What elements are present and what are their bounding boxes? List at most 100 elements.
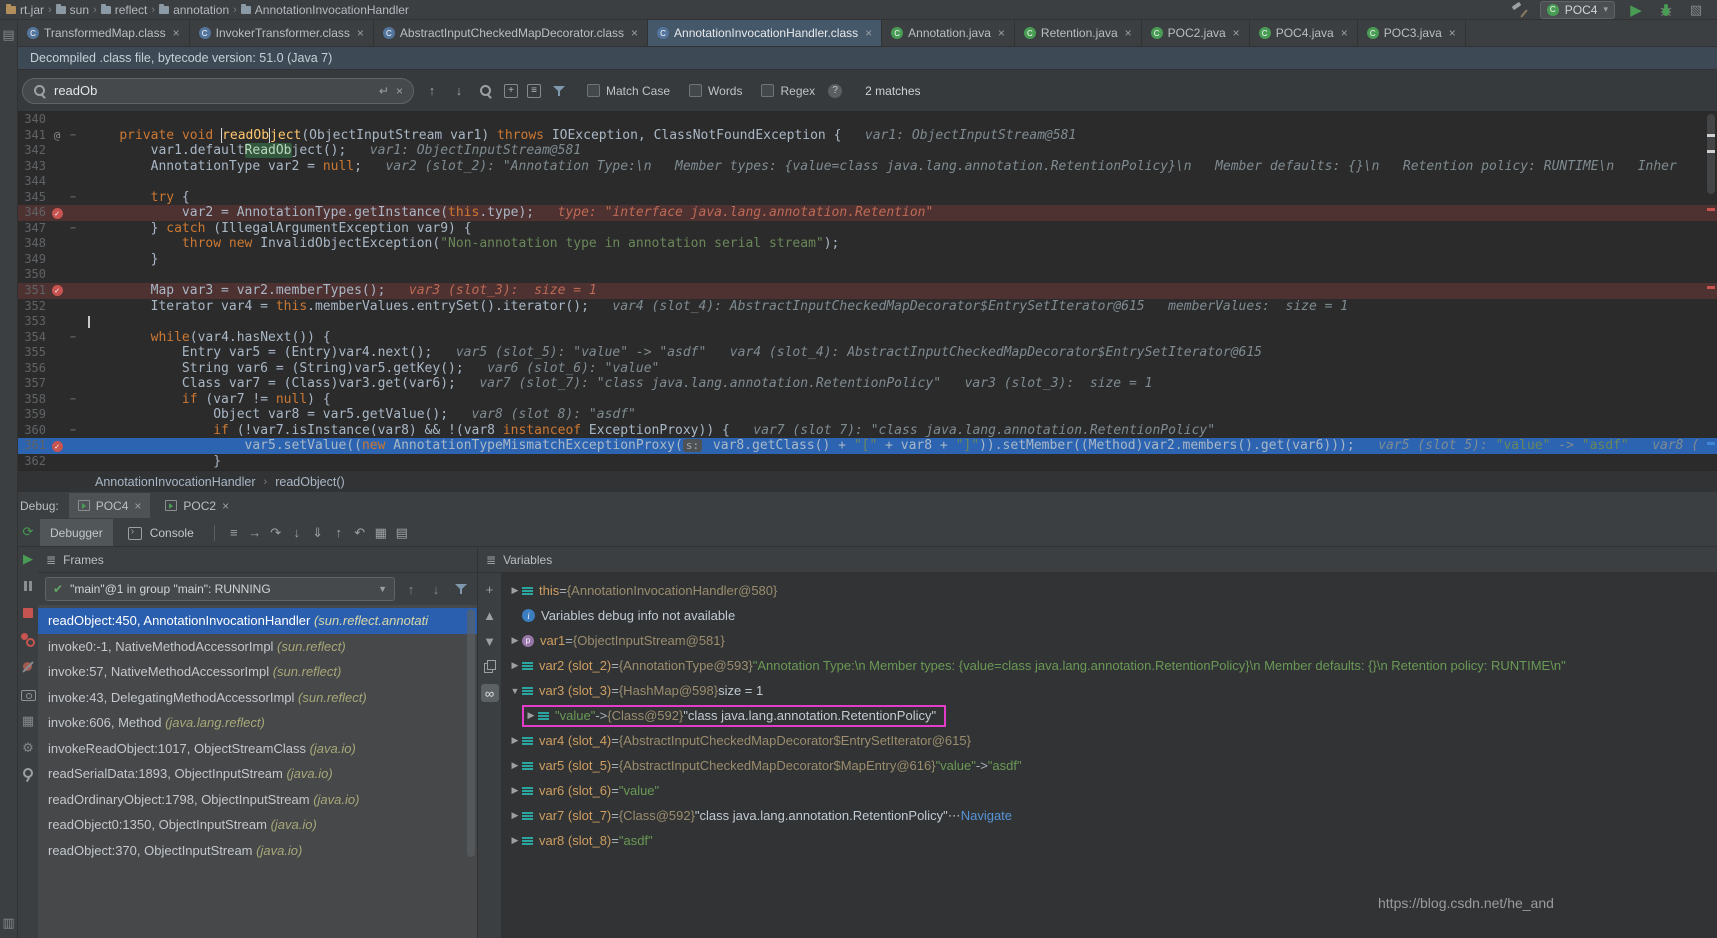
variable-row[interactable]: ▶ var8 (slot_8) = "asdf" bbox=[502, 828, 1717, 853]
breadcrumb-item[interactable]: AnnotationInvocationHandler bbox=[240, 3, 409, 17]
fold-marker[interactable]: − bbox=[66, 423, 80, 439]
search-stripe-mark[interactable] bbox=[1707, 134, 1715, 137]
clear-search-icon[interactable]: × bbox=[396, 84, 403, 98]
duplicate-watch-icon[interactable] bbox=[481, 658, 499, 676]
stack-frame-row[interactable]: invoke:606, Method (java.lang.reflect) bbox=[38, 710, 477, 736]
line-number[interactable]: 358 bbox=[18, 392, 48, 408]
expand-arrow-icon[interactable]: ▶ bbox=[508, 635, 522, 646]
gutter-mark[interactable] bbox=[48, 159, 66, 175]
match-case-option[interactable]: Match Case bbox=[587, 84, 670, 98]
close-tab-icon[interactable]: × bbox=[631, 26, 638, 40]
editor-line[interactable]: 340 bbox=[18, 112, 1717, 128]
tab-debugger[interactable]: Debugger bbox=[40, 519, 113, 546]
pin-icon[interactable] bbox=[19, 766, 37, 784]
regex-help-icon[interactable]: ? bbox=[828, 83, 843, 98]
variable-row[interactable]: ▶ var7 (slot_7) = {Class@592} "class java… bbox=[502, 803, 1717, 828]
line-number[interactable]: 356 bbox=[18, 361, 48, 377]
editor-line[interactable]: 346 ✓ var2 = AnnotationType.getInstance(t… bbox=[18, 205, 1717, 221]
breakpoint-gutter[interactable]: ✓ bbox=[48, 283, 66, 299]
match-case-checkbox[interactable] bbox=[587, 84, 600, 97]
execution-stripe-mark[interactable] bbox=[1707, 442, 1715, 445]
editor-line[interactable]: 342 var1.defaultReadObject(); var1: Obje… bbox=[18, 143, 1717, 159]
step-out-icon[interactable]: ↑ bbox=[330, 524, 348, 542]
editor-tab[interactable]: C POC3.java × bbox=[1358, 20, 1466, 46]
gutter-mark[interactable] bbox=[48, 221, 66, 237]
editor-line[interactable]: 359 Object var8 = var5.getValue(); var8 … bbox=[18, 407, 1717, 423]
expand-arrow-icon[interactable]: ▶ bbox=[508, 810, 522, 821]
expand-arrow-icon[interactable]: ▶ bbox=[508, 835, 522, 846]
line-number[interactable]: 348 bbox=[18, 236, 48, 252]
step-into-icon[interactable]: ↓ bbox=[288, 524, 306, 542]
line-number[interactable]: 340 bbox=[18, 112, 48, 128]
next-match-icon[interactable]: ↓ bbox=[450, 82, 468, 100]
restore-layout-icon[interactable]: ▦ bbox=[19, 712, 37, 730]
settings-gear-icon[interactable]: ⚙ bbox=[19, 739, 37, 757]
fold-marker[interactable]: − bbox=[66, 392, 80, 408]
expand-arrow-icon[interactable]: ▶ bbox=[508, 585, 522, 596]
gutter-mark[interactable] bbox=[48, 376, 66, 392]
breakpoint-gutter[interactable]: ✓ bbox=[48, 205, 66, 221]
line-number[interactable]: 344 bbox=[18, 174, 48, 190]
find-all-icon[interactable] bbox=[477, 82, 495, 100]
editor-line[interactable]: 356 String var6 = (String)var5.getKey();… bbox=[18, 361, 1717, 377]
view-layout-icon[interactable]: ▦ bbox=[372, 524, 390, 542]
search-input[interactable] bbox=[54, 83, 372, 98]
show-watches-icon[interactable]: ∞ bbox=[480, 684, 499, 702]
editor-line[interactable]: 353 bbox=[18, 314, 1717, 330]
thread-dump-icon[interactable] bbox=[19, 685, 37, 703]
line-number[interactable]: 353 bbox=[18, 314, 48, 330]
force-step-into-icon[interactable]: ⇓ bbox=[309, 524, 327, 542]
debug-session-tab[interactable]: POC4 × bbox=[68, 493, 151, 518]
debug-session-tab[interactable]: POC2 × bbox=[156, 493, 238, 518]
resume-icon[interactable]: ▶ bbox=[19, 550, 37, 568]
run-button[interactable]: ▶ bbox=[1627, 1, 1645, 19]
editor-line[interactable]: 343 AnnotationType var2 = null; var2 (sl… bbox=[18, 159, 1717, 175]
editor-tab[interactable]: C POC4.java × bbox=[1250, 20, 1358, 46]
editor-tab[interactable]: C InvokerTransformer.class × bbox=[190, 20, 374, 46]
gutter-mark[interactable] bbox=[48, 392, 66, 408]
breadcrumb-item[interactable]: rt.jar bbox=[6, 3, 44, 17]
breakpoint-icon[interactable]: ✓ bbox=[51, 207, 63, 219]
select-all-occurrences-icon[interactable]: ≡ bbox=[527, 83, 541, 98]
variable-row[interactable]: ▶ this = {AnnotationInvocationHandler@580… bbox=[502, 578, 1717, 603]
close-tab-icon[interactable]: × bbox=[1233, 26, 1240, 40]
editor-tab[interactable]: C Retention.java × bbox=[1015, 20, 1142, 46]
editor-line[interactable]: 348 throw new InvalidObjectException("No… bbox=[18, 236, 1717, 252]
close-tab-icon[interactable]: × bbox=[1125, 26, 1132, 40]
navigate-link[interactable]: Navigate bbox=[961, 808, 1012, 823]
fold-marker[interactable]: − bbox=[66, 221, 80, 237]
variable-row[interactable]: ▶ var6 (slot_6) = "value" bbox=[502, 778, 1717, 803]
editor-tab[interactable]: C Annotation.java × bbox=[882, 20, 1015, 46]
breadcrumb-item[interactable]: annotation bbox=[159, 3, 229, 17]
scrollbar-thumb[interactable] bbox=[1707, 114, 1715, 194]
editor-tab[interactable]: C AnnotationInvocationHandler.class × bbox=[648, 20, 883, 46]
step-over-icon[interactable]: ↷ bbox=[267, 524, 285, 542]
fold-marker[interactable]: − bbox=[66, 330, 80, 346]
stack-frame-row[interactable]: invokeReadObject:1017, ObjectStreamClass… bbox=[38, 736, 477, 762]
line-number[interactable]: 341 bbox=[18, 128, 48, 144]
run-config-select[interactable]: C POC4 ▾ bbox=[1539, 0, 1615, 19]
line-number[interactable]: 346 bbox=[18, 205, 48, 221]
thread-selector[interactable]: ✔ "main"@1 in group "main": RUNNING ▼ bbox=[45, 577, 395, 601]
editor-line[interactable]: 344 bbox=[18, 174, 1717, 190]
close-tab-icon[interactable]: × bbox=[357, 26, 364, 40]
gutter-mark[interactable] bbox=[48, 236, 66, 252]
variable-row[interactable]: ▼ var3 (slot_3) = {HashMap@598} size = 1 bbox=[502, 678, 1717, 703]
editor-line[interactable]: 360 − if (!var7.isInstance(var8) && !(var… bbox=[18, 423, 1717, 439]
line-number[interactable]: 359 bbox=[18, 407, 48, 423]
editor-line[interactable]: 355 Entry var5 = (Entry)var4.next(); var… bbox=[18, 345, 1717, 361]
gutter-mark[interactable] bbox=[48, 423, 66, 439]
rerun-icon[interactable]: ⟳ bbox=[19, 523, 37, 541]
gutter-mark[interactable] bbox=[48, 252, 66, 268]
gutter-mark[interactable] bbox=[48, 361, 66, 377]
prev-match-icon[interactable]: ↑ bbox=[423, 82, 441, 100]
pause-icon[interactable] bbox=[19, 577, 37, 595]
close-session-icon[interactable]: × bbox=[134, 499, 141, 513]
line-number[interactable]: 362 bbox=[18, 454, 48, 470]
gutter-mark[interactable] bbox=[48, 454, 66, 470]
evaluate-expression-icon[interactable]: ▤ bbox=[393, 524, 411, 542]
editor-line[interactable]: 352 Iterator var4 = this.memberValues.en… bbox=[18, 299, 1717, 315]
variable-row[interactable]: i Variables debug info not available bbox=[502, 603, 1717, 628]
gutter-mark[interactable] bbox=[48, 112, 66, 128]
expand-arrow-icon[interactable]: ▶ bbox=[508, 660, 522, 671]
